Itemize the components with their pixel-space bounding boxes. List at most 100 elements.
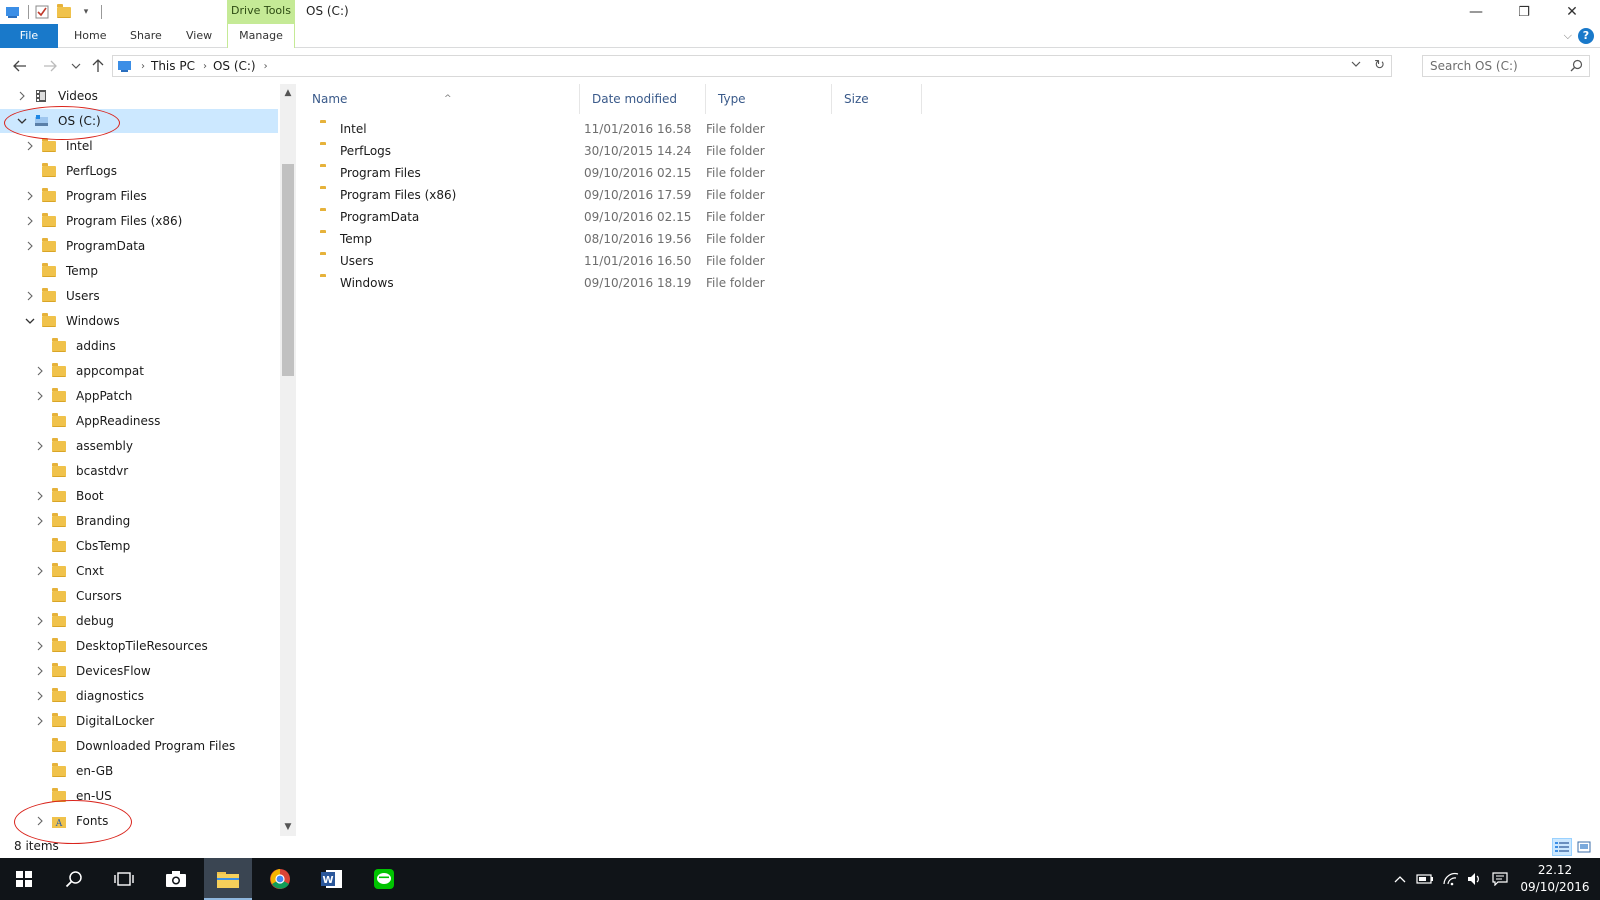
scroll-down-icon[interactable]: ▼ [280, 818, 296, 836]
chevron-right-icon[interactable] [34, 815, 46, 827]
nav-tree-item[interactable]: Windows [0, 309, 278, 333]
file-row[interactable]: Program Files (x86) 09/10/2016 17.59 File … [310, 184, 910, 206]
chevron-right-icon[interactable] [34, 665, 46, 677]
nav-tree-item[interactable]: Downloaded Program Files [0, 734, 278, 758]
tab-manage[interactable]: Manage [227, 24, 295, 48]
forward-button[interactable] [40, 56, 60, 76]
help-icon[interactable]: ? [1578, 28, 1594, 44]
show-hidden-icons-button[interactable] [1390, 858, 1410, 900]
file-row[interactable]: Temp 08/10/2016 19.56 File folder [310, 228, 910, 250]
tab-view[interactable]: View [172, 24, 226, 48]
breadcrumb-this-pc[interactable]: This PC [151, 59, 195, 73]
taskbar-chrome-app[interactable] [256, 858, 304, 900]
navigation-pane-scrollbar[interactable]: ▲ ▼ [280, 84, 296, 836]
chevron-right-icon[interactable] [24, 190, 36, 202]
nav-tree-item[interactable]: PerfLogs [0, 159, 278, 183]
nav-tree-item[interactable]: assembly [0, 434, 278, 458]
tab-file[interactable]: File [0, 24, 58, 48]
volume-button[interactable] [1464, 858, 1486, 900]
chevron-right-icon[interactable] [34, 690, 46, 702]
taskbar-search-button[interactable] [50, 858, 98, 900]
taskbar-word-app[interactable]: W [308, 858, 356, 900]
start-button[interactable] [0, 858, 48, 900]
nav-tree-item[interactable]: Program Files (x86) [0, 209, 278, 233]
breadcrumb-separator-icon[interactable]: › [141, 61, 145, 72]
chevron-right-icon[interactable] [24, 290, 36, 302]
tab-share[interactable]: Share [116, 24, 176, 48]
action-center-button[interactable] [1488, 858, 1512, 900]
search-box[interactable] [1422, 55, 1590, 77]
nav-tree-item[interactable]: Temp [0, 259, 278, 283]
chevron-right-icon[interactable] [34, 640, 46, 652]
taskbar-file-explorer-app[interactable] [204, 858, 252, 900]
battery-button[interactable] [1414, 858, 1436, 900]
chevron-right-icon[interactable] [34, 390, 46, 402]
close-button[interactable]: ✕ [1548, 0, 1596, 24]
nav-tree-item[interactable]: DesktopTileResources [0, 634, 278, 658]
scrollbar-thumb[interactable] [282, 164, 294, 376]
search-icon[interactable] [1570, 59, 1583, 72]
nav-tree-item[interactable]: ProgramData [0, 234, 278, 258]
chevron-right-icon[interactable] [34, 490, 46, 502]
nav-tree-item[interactable]: en-GB [0, 759, 278, 783]
address-bar[interactable]: › This PC › OS (C:) › ↻ [112, 55, 1392, 77]
chevron-right-icon[interactable] [24, 215, 36, 227]
taskbar-line-app[interactable] [360, 858, 408, 900]
up-button[interactable] [88, 56, 108, 76]
task-view-button[interactable] [100, 858, 148, 900]
refresh-icon[interactable]: ↻ [1374, 58, 1385, 73]
breadcrumb-separator-icon[interactable]: › [264, 61, 268, 72]
breadcrumb-separator-icon[interactable]: › [203, 61, 207, 72]
nav-tree-item[interactable]: Program Files [0, 184, 278, 208]
file-row[interactable]: Users 11/01/2016 16.50 File folder [310, 250, 910, 272]
new-folder-icon[interactable] [55, 3, 73, 21]
nav-tree-item[interactable]: Users [0, 284, 278, 308]
nav-tree-item[interactable]: OS (C:) [0, 109, 278, 133]
expand-ribbon-icon[interactable]: ⌵ [1564, 29, 1572, 43]
nav-tree-item[interactable]: Boot [0, 484, 278, 508]
taskbar-camera-app[interactable] [152, 858, 200, 900]
qat-customize-icon[interactable]: ▾ [77, 3, 95, 21]
nav-tree-item[interactable]: Cursors [0, 584, 278, 608]
nav-tree-item[interactable]: AppReadiness [0, 409, 278, 433]
nav-tree-item[interactable]: DevicesFlow [0, 659, 278, 683]
nav-tree-item[interactable]: appcompat [0, 359, 278, 383]
chevron-right-icon[interactable] [16, 90, 28, 102]
nav-tree-item[interactable]: Branding [0, 509, 278, 533]
network-button[interactable] [1440, 858, 1462, 900]
chevron-right-icon[interactable] [34, 615, 46, 627]
address-dropdown-icon[interactable] [1351, 59, 1361, 70]
search-input[interactable] [1430, 59, 1568, 73]
file-row[interactable]: ProgramData 09/10/2016 02.15 File folder [310, 206, 910, 228]
nav-tree-item[interactable]: addins [0, 334, 278, 358]
chevron-down-icon[interactable] [24, 315, 36, 327]
column-header-date-modified[interactable]: Date modified [584, 84, 706, 114]
chevron-right-icon[interactable] [34, 565, 46, 577]
chevron-right-icon[interactable] [34, 365, 46, 377]
scroll-up-icon[interactable]: ▲ [280, 84, 296, 102]
taskbar-clock[interactable]: 22.12 09/10/2016 [1520, 862, 1590, 896]
nav-tree-item[interactable]: en-US [0, 784, 278, 808]
minimize-button[interactable]: — [1452, 0, 1500, 24]
file-row[interactable]: Windows 09/10/2016 18.19 File folder [310, 272, 910, 294]
chevron-down-icon[interactable] [16, 115, 28, 127]
column-header-type[interactable]: Type [710, 84, 832, 114]
large-icons-view-button[interactable] [1574, 838, 1594, 856]
breadcrumb-os-c[interactable]: OS (C:) [213, 59, 256, 73]
navigation-pane[interactable]: Videos OS (C:) Intel PerfLogs Program Files P… [0, 84, 296, 836]
nav-tree-item[interactable]: bcastdvr [0, 459, 278, 483]
chevron-right-icon[interactable] [34, 440, 46, 452]
chevron-right-icon[interactable] [24, 140, 36, 152]
nav-tree-item[interactable]: debug [0, 609, 278, 633]
chevron-right-icon[interactable] [34, 515, 46, 527]
chevron-right-icon[interactable] [24, 240, 36, 252]
nav-tree-item[interactable]: Videos [0, 84, 278, 108]
restore-button[interactable]: ❐ [1500, 0, 1548, 24]
nav-tree-item[interactable]: A Fonts [0, 809, 278, 833]
nav-tree-item[interactable]: AppPatch [0, 384, 278, 408]
nav-tree-item[interactable]: diagnostics [0, 684, 278, 708]
column-header-name[interactable]: Name ^ [304, 84, 580, 114]
nav-tree-item[interactable]: Intel [0, 134, 278, 158]
chevron-right-icon[interactable] [34, 715, 46, 727]
window-app-icon[interactable] [4, 3, 22, 21]
